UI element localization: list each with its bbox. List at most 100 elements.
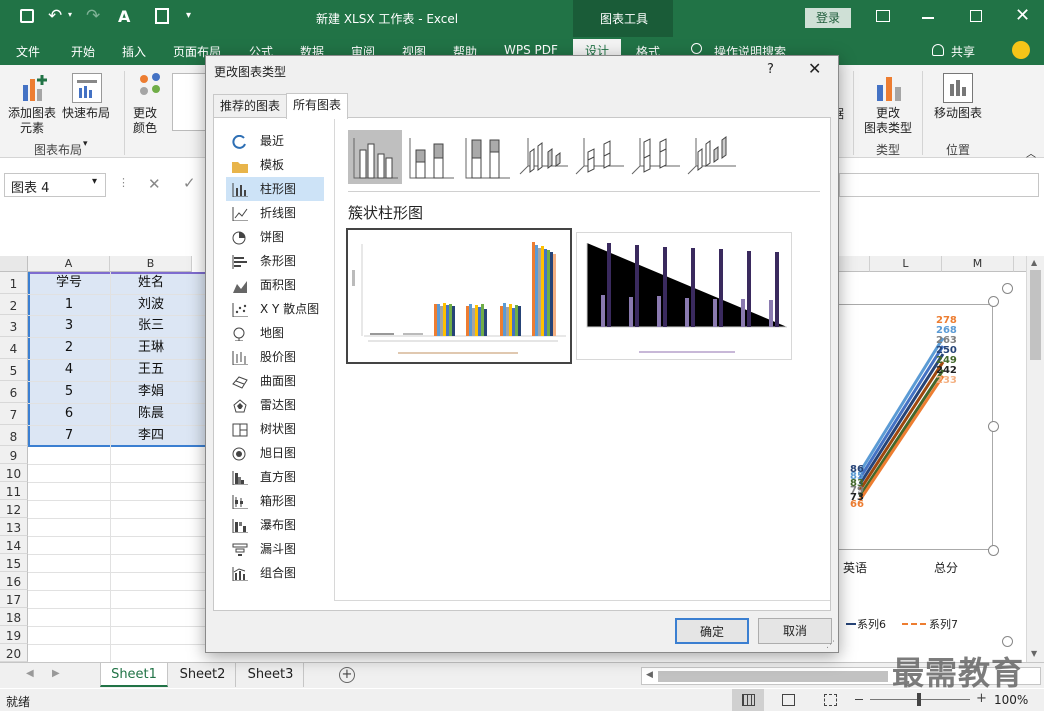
page-break-view-icon[interactable] — [824, 694, 837, 706]
subtype-stacked-column[interactable] — [404, 130, 458, 184]
confirm-formula-icon[interactable]: ✓ — [183, 174, 196, 192]
cell-b6[interactable]: 李娟 — [110, 381, 192, 402]
category-bar[interactable]: 条形图 — [230, 250, 330, 272]
subtype-3d-column[interactable] — [684, 130, 738, 184]
category-map[interactable]: 地图 — [230, 322, 330, 344]
tab-all-charts[interactable]: 所有图表 — [286, 93, 349, 119]
row-header[interactable]: 10 — [0, 464, 28, 482]
category-waterfall[interactable]: 瀑布图 — [230, 514, 330, 536]
cell-a8[interactable]: 7 — [28, 425, 110, 446]
category-template[interactable]: 模板 — [230, 154, 330, 176]
category-treemap[interactable]: 树状图 — [230, 418, 330, 440]
minimize-icon[interactable] — [922, 17, 934, 19]
select-all-corner[interactable] — [0, 256, 28, 272]
name-box-dropdown-icon[interactable]: ▾ — [92, 176, 97, 187]
resize-handle[interactable] — [988, 296, 999, 307]
collapse-ribbon-icon[interactable]: ︿ — [1026, 145, 1036, 160]
zoom-slider-thumb[interactable] — [917, 693, 921, 706]
row-header[interactable]: 3 — [0, 315, 28, 337]
subtype-3d-stacked-column[interactable] — [572, 130, 626, 184]
row-header[interactable]: 16 — [0, 572, 28, 590]
cell-b1[interactable]: 姓名 — [110, 272, 192, 293]
sheet-tab-2[interactable]: Sheet2 — [170, 663, 236, 687]
column-header-b[interactable]: B — [110, 256, 192, 272]
cell-a4[interactable]: 2 — [28, 337, 110, 358]
tab-insert[interactable]: 插入 — [122, 43, 146, 60]
row-header[interactable]: 14 — [0, 536, 28, 554]
category-funnel[interactable]: 漏斗图 — [230, 538, 330, 560]
close-icon[interactable]: ✕ — [1015, 5, 1030, 26]
resize-grip-icon[interactable]: ⋰ — [826, 640, 835, 650]
help-button[interactable]: ? — [767, 62, 774, 77]
resize-handle[interactable] — [1002, 283, 1013, 294]
print-preview-icon[interactable] — [155, 8, 169, 24]
cell-b5[interactable]: 王五 — [110, 359, 192, 380]
zoom-level[interactable]: 100% — [994, 693, 1028, 707]
change-chart-type-button[interactable]: 更改 图表类型 — [864, 106, 912, 136]
add-chart-element-button[interactable]: 添加图表 元素 — [8, 106, 56, 136]
row-header[interactable]: 2 — [0, 294, 28, 315]
customize-toolbar-icon[interactable]: ▾ — [186, 10, 191, 21]
h-scroll-thumb[interactable] — [658, 671, 888, 682]
sheet-tab-3[interactable]: Sheet3 — [238, 663, 304, 687]
row-header[interactable]: 1 — [0, 272, 28, 294]
maximize-icon[interactable] — [970, 10, 982, 22]
cell-b2[interactable]: 刘波 — [110, 294, 192, 315]
scroll-thumb[interactable] — [1030, 270, 1041, 360]
row-header[interactable]: 8 — [0, 425, 28, 446]
page-layout-view-icon[interactable] — [782, 694, 795, 706]
smiley-icon[interactable] — [1012, 41, 1030, 59]
name-box[interactable]: 图表 4 — [4, 173, 106, 197]
sheet-tab-1[interactable]: Sheet1 — [100, 663, 168, 687]
subtype-clustered-column[interactable] — [348, 130, 402, 184]
category-scatter[interactable]: X Y 散点图 — [230, 298, 330, 320]
scroll-down-icon[interactable]: ▼ — [1031, 649, 1037, 658]
category-line[interactable]: 折线图 — [230, 202, 330, 224]
scroll-sheets-left-icon[interactable]: ◀ — [26, 668, 34, 679]
format-painter-icon[interactable]: A — [118, 7, 130, 26]
category-recent[interactable]: 最近 — [230, 130, 330, 152]
row-header[interactable]: 5 — [0, 359, 28, 381]
cell-a3[interactable]: 3 — [28, 315, 110, 336]
dialog-close-icon[interactable]: ✕ — [808, 59, 821, 78]
cell-a7[interactable]: 6 — [28, 403, 110, 424]
cancel-formula-icon[interactable]: ✕ — [148, 175, 161, 193]
row-header[interactable]: 18 — [0, 608, 28, 626]
category-surface[interactable]: 曲面图 — [230, 370, 330, 392]
row-header[interactable]: 4 — [0, 337, 28, 359]
row-header[interactable]: 20 — [0, 644, 28, 662]
category-column[interactable]: 柱形图 — [230, 178, 330, 200]
change-colors-button[interactable]: 更改 颜色 — [133, 106, 157, 136]
column-header[interactable] — [838, 256, 870, 272]
row-header[interactable]: 13 — [0, 518, 28, 536]
row-header[interactable]: 6 — [0, 381, 28, 403]
undo-dropdown-icon[interactable]: ▾ — [68, 10, 72, 19]
ok-button[interactable]: 确定 — [675, 618, 749, 644]
cell-a1[interactable]: 学号 — [28, 272, 110, 293]
cell-b8[interactable]: 李四 — [110, 425, 192, 446]
subtype-3d-percent-stacked-column[interactable] — [628, 130, 682, 184]
ribbon-display-icon[interactable] — [876, 10, 890, 22]
row-header[interactable]: 17 — [0, 590, 28, 608]
row-header[interactable]: 9 — [0, 446, 28, 464]
row-header[interactable]: 19 — [0, 626, 28, 644]
formula-input[interactable] — [839, 173, 1039, 197]
cell-b7[interactable]: 陈晨 — [110, 403, 192, 424]
row-header[interactable]: 12 — [0, 500, 28, 518]
cell-a2[interactable]: 1 — [28, 294, 110, 315]
zoom-out-icon[interactable] — [855, 699, 863, 700]
resize-handle[interactable] — [1002, 636, 1013, 647]
undo-icon[interactable]: ↶ — [48, 6, 62, 26]
row-header[interactable]: 15 — [0, 554, 28, 572]
login-button[interactable]: 登录 — [805, 8, 851, 28]
category-box-whisker[interactable]: 箱形图 — [230, 490, 330, 512]
preview-option-1[interactable] — [346, 228, 572, 364]
category-area[interactable]: 面积图 — [230, 274, 330, 296]
share-button[interactable]: 共享 — [951, 43, 975, 60]
preview-option-2[interactable] — [576, 232, 792, 360]
column-header-a[interactable]: A — [28, 256, 110, 272]
move-chart-button[interactable]: 移动图表 — [934, 106, 982, 121]
scroll-sheets-right-icon[interactable]: ▶ — [52, 668, 60, 679]
tab-recommended-charts[interactable]: 推荐的图表 — [213, 94, 288, 118]
add-sheet-icon[interactable]: + — [339, 667, 355, 683]
